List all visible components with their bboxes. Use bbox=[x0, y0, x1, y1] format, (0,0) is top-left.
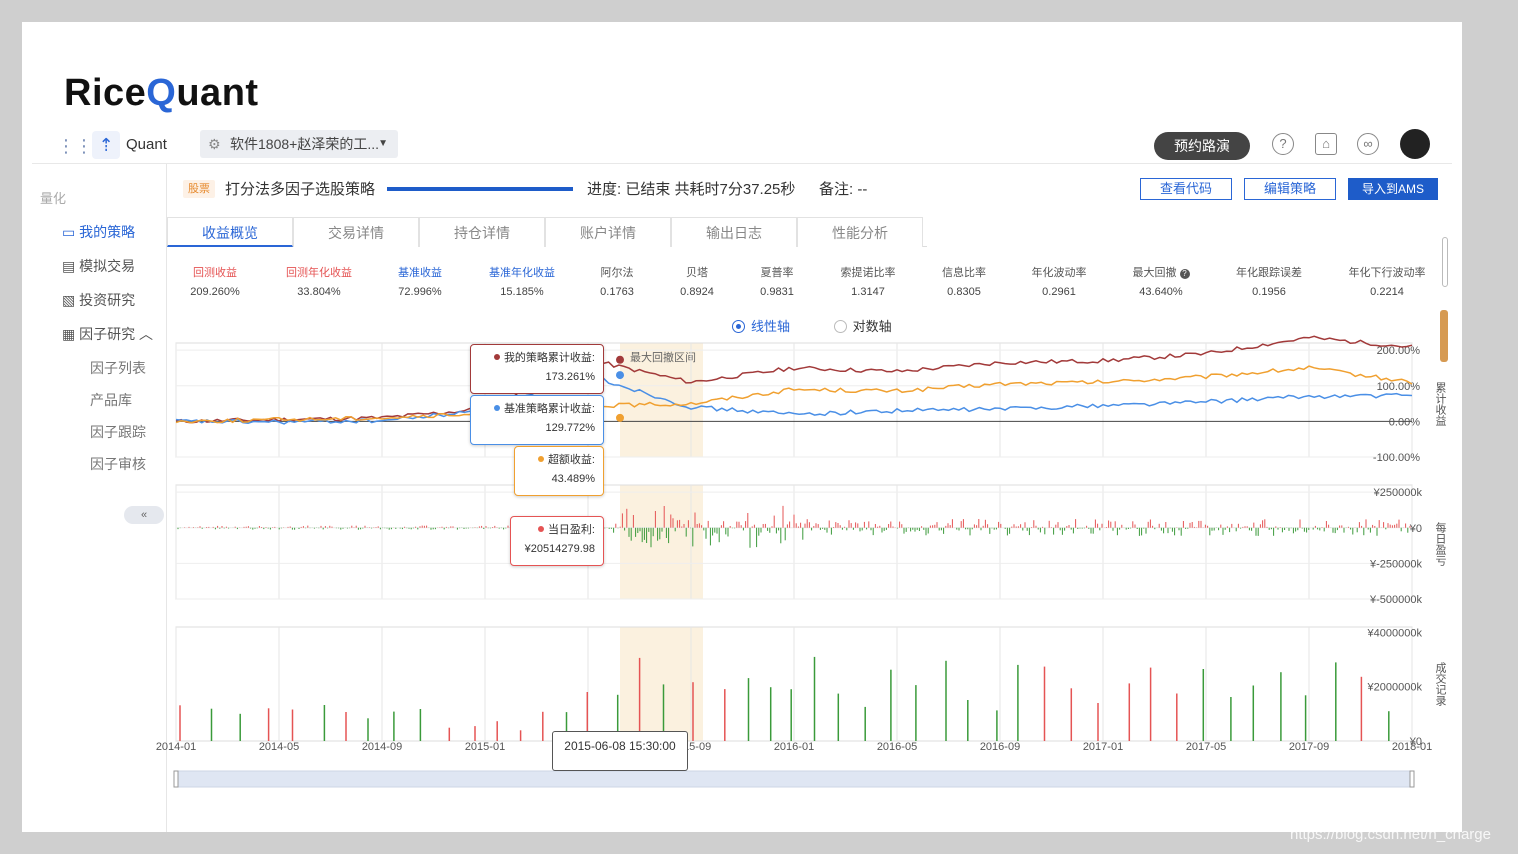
x-tick-label: 2014-01 bbox=[156, 741, 196, 753]
tooltip-date: 2015-06-08 15:30:00 bbox=[552, 731, 688, 771]
hover-marker bbox=[616, 371, 624, 380]
x-tick-label: 2018-01 bbox=[1392, 741, 1432, 753]
y-tick-label: ¥-500000k bbox=[1369, 594, 1422, 606]
y-tick-label: -100.00% bbox=[1373, 452, 1420, 464]
range-handle-left bbox=[173, 770, 179, 788]
x-tick-label: 2016-05 bbox=[877, 741, 917, 753]
tooltip-excess: 超额收益: 43.489% bbox=[514, 446, 604, 496]
y-tick-label: ¥250000k bbox=[1373, 487, 1423, 499]
hover-marker bbox=[616, 413, 624, 422]
y-axis-label: 累计收益 bbox=[1434, 382, 1447, 426]
tooltip-strategy: 我的策略累计收益: 173.261% bbox=[470, 344, 604, 394]
x-tick-label: 2017-01 bbox=[1083, 741, 1123, 753]
y-axis-label: 每日盈亏 bbox=[1434, 521, 1447, 567]
x-tick-label: 2014-09 bbox=[362, 741, 402, 753]
y-tick-label: ¥0 bbox=[1409, 523, 1422, 535]
watermark: https://blog.csdn.net/h_charge bbox=[1290, 826, 1491, 843]
y-tick-label: 100.00% bbox=[1377, 381, 1421, 393]
x-tick-label: 2017-05 bbox=[1186, 741, 1226, 753]
y-tick-label: ¥2000000k bbox=[1367, 682, 1423, 694]
hover-marker bbox=[616, 355, 624, 364]
range-slider bbox=[175, 770, 1413, 788]
y-axis-label: 成交记录 bbox=[1434, 662, 1447, 706]
charts-area: 最大回撤区间200.00%100.00%0.00%-100.00%累计收益¥25… bbox=[156, 335, 1447, 788]
y-tick-label: 0.00% bbox=[1389, 416, 1420, 428]
y-tick-label: ¥4000000k bbox=[1367, 627, 1423, 639]
x-tick-label: 2016-09 bbox=[980, 741, 1020, 753]
tooltip-daily-pnl: 当日盈利: ¥20514279.98 bbox=[510, 516, 604, 566]
app-frame: RiceQuant ⋮⋮ ⇡ Quant ⚙ 软件1808+赵泽荣的工... ▼… bbox=[22, 22, 1462, 832]
tooltip-benchmark: 基准策略累计收益: 129.772% bbox=[470, 395, 604, 445]
x-tick-label: 2017-09 bbox=[1289, 741, 1329, 753]
drawdown-label: 最大回撤区间 bbox=[630, 350, 696, 364]
x-tick-label: 2016-01 bbox=[774, 741, 814, 753]
range-handle-right bbox=[1409, 770, 1415, 788]
y-tick-label: ¥-250000k bbox=[1369, 558, 1422, 570]
x-tick-label: 2014-05 bbox=[259, 741, 299, 753]
x-tick-label: 2015-01 bbox=[465, 741, 505, 753]
